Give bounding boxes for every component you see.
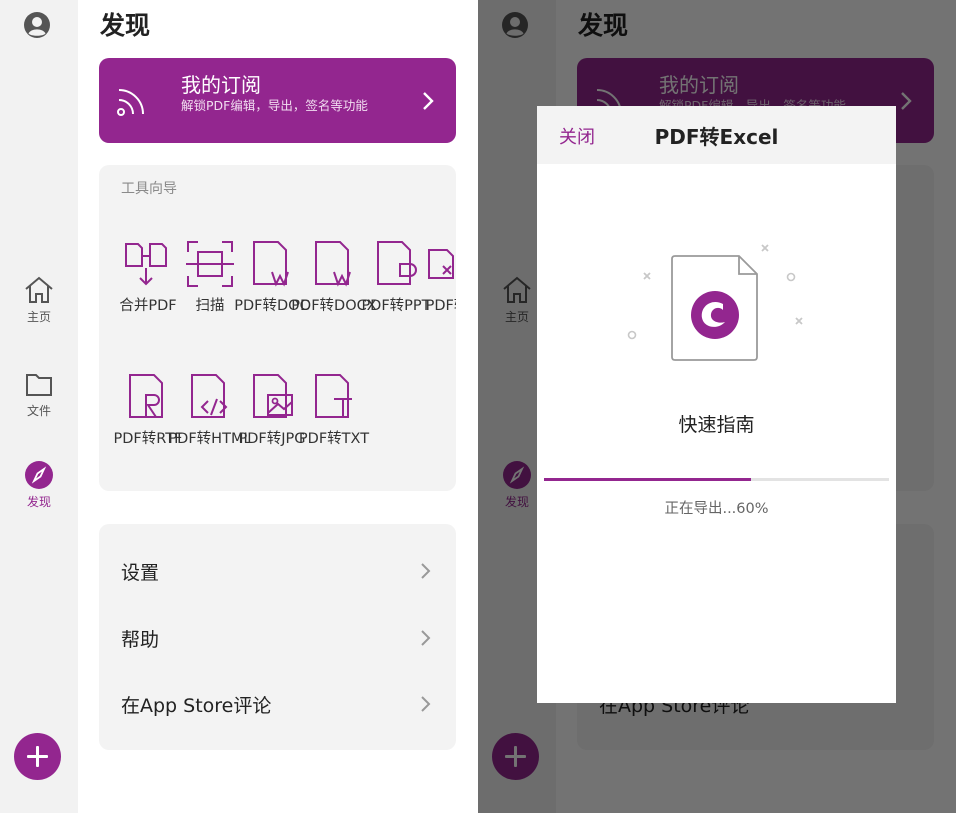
sidebar-item-label: 文件 [26,404,51,418]
dialog-header: PDF转Excel 关闭 [537,106,896,164]
settings-card: 设置 帮助 在App Store评论 [99,524,456,750]
tool-label: PDF转 [425,298,456,314]
tool-pdf-to-txt[interactable]: PDF转TXT [299,371,369,448]
chevron-right-icon [421,696,431,712]
subscription-card[interactable]: 我的订阅 解锁PDF编辑，导出，签名等功能 [99,58,456,143]
tool-label: PDF转TXT [298,431,370,447]
document-illustration [627,244,803,361]
discover-screen: 主页 文件 发现 发现 我的订阅 解锁PDF编辑，导出，签名等功能 工具向导 合… [0,0,478,813]
compass-icon [25,461,53,489]
sidebar-item-discover[interactable]: 发现 [0,459,78,510]
export-progress-fill [544,478,751,481]
subscription-feed-icon [117,89,144,116]
scan-icon [186,241,234,287]
export-dialog: PDF转Excel 关闭 快速指南 正在导出...60% [537,106,896,703]
settings-label: 设置 [121,562,160,584]
sidebar-item-label: 发现 [26,495,51,509]
export-progress-bar [544,478,889,481]
chevron-right-icon [421,630,431,646]
pdf-to-txt-icon [315,374,352,418]
tool-guide-card: 工具向导 合并PDF 扫描 PDF转DOC PDF转DOCX PDF转PPT P… [99,165,456,491]
tool-guide-header: 工具向导 [121,181,177,197]
export-progress-text: 正在导出...60% [664,501,769,517]
quick-guide-label: 快速指南 [678,414,755,436]
settings-row[interactable]: 设置 [99,540,456,600]
pdf-to-jpg-icon [253,374,293,418]
close-button[interactable]: 关闭 [559,123,595,149]
sidebar-item-label: 主页 [26,310,51,324]
subscription-description: 解锁PDF编辑，导出，签名等功能 [181,98,368,113]
chevron-right-icon [423,92,434,110]
user-circle-icon[interactable] [23,11,51,39]
app-store-review-row[interactable]: 在App Store评论 [99,673,456,733]
help-label: 帮助 [121,629,160,651]
pdf-to-html-icon [191,374,228,418]
help-row[interactable]: 帮助 [99,607,456,667]
pdf-to-doc-icon [253,241,289,287]
merge-pdf-icon [125,243,167,286]
sidebar: 主页 文件 发现 [0,0,78,813]
sidebar-item-home[interactable]: 主页 [0,274,78,325]
app-store-review-label: 在App Store评论 [121,695,272,717]
subscription-title: 我的订阅 [181,73,261,97]
pdf-to-docx-icon [315,241,351,287]
chevron-right-icon [421,563,431,579]
folder-icon [26,374,52,396]
add-button[interactable] [14,733,61,780]
export-screen: 主页 发现 发现 我的订阅 解锁PDF编辑，导出，签名等功能 [478,0,956,813]
home-icon [25,276,53,303]
tool-pdf-to-excel[interactable]: PDF转 [415,238,456,315]
main-content: 发现 我的订阅 解锁PDF编辑，导出，签名等功能 工具向导 合并PDF 扫描 P… [78,0,478,813]
page-title: 发现 [100,11,151,40]
pdf-to-rtf-icon [129,374,163,418]
pdf-to-excel-icon [428,249,454,279]
sidebar-item-files[interactable]: 文件 [0,368,78,419]
